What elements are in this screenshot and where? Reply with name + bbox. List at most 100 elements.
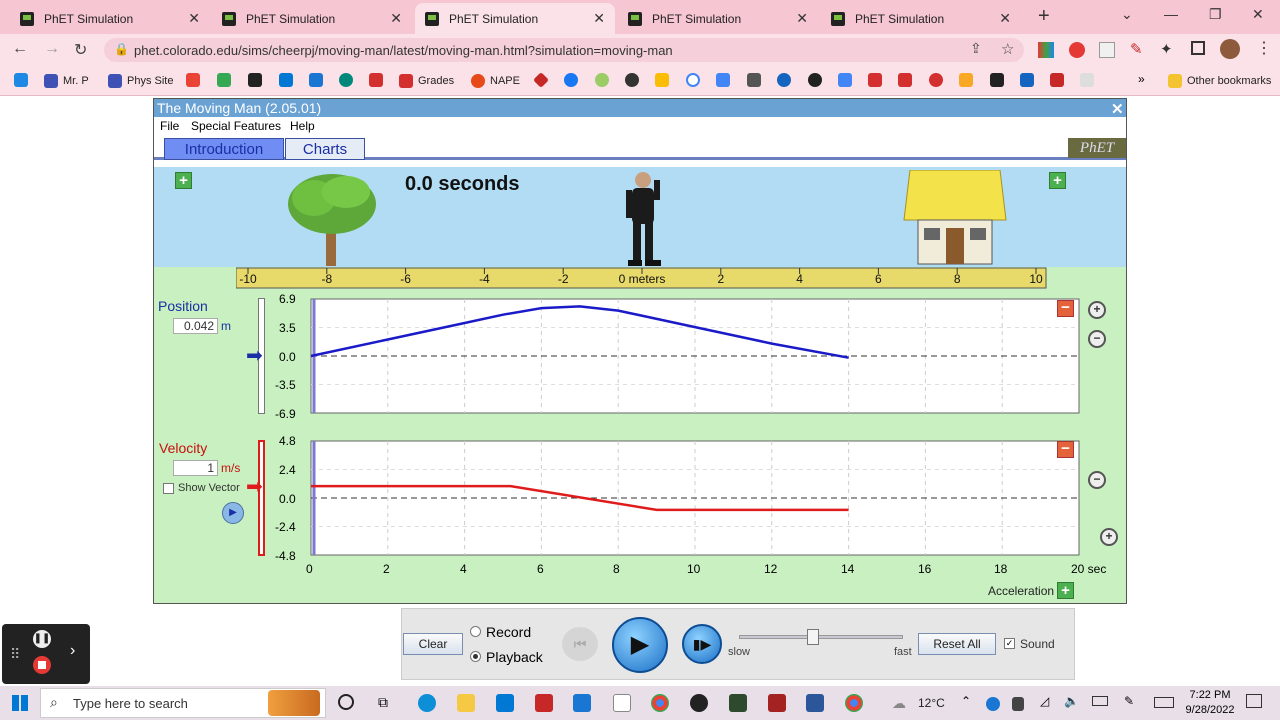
speed-slider-knob[interactable] <box>807 629 820 645</box>
side-panel-icon[interactable] <box>1191 41 1205 55</box>
forward-icon[interactable]: → <box>44 40 60 58</box>
more-bookmarks-icon[interactable]: » <box>1138 72 1145 86</box>
velocity-play-icon[interactable]: ▶ <box>222 502 244 524</box>
weather-temp[interactable]: 12°C <box>918 696 945 710</box>
classroom-icon[interactable] <box>217 73 231 87</box>
sound-checkbox[interactable]: ✓ <box>1004 638 1015 649</box>
tab-search-chevron-icon[interactable]: ⌄ <box>1121 6 1133 23</box>
velocity-input[interactable]: 1 <box>173 460 218 476</box>
back-icon[interactable]: ← <box>12 40 28 58</box>
app-icon[interactable] <box>535 694 553 712</box>
maximize-icon[interactable]: ❐ <box>1209 6 1222 23</box>
outlook-icon[interactable] <box>279 73 293 87</box>
app-icon[interactable] <box>729 694 747 712</box>
browser-tab[interactable]: PhET Simulation ✕ <box>821 3 1021 34</box>
bookmark-star-icon[interactable]: ☆ <box>1001 40 1014 58</box>
clock-date[interactable]: 9/28/2022 <box>1184 704 1236 716</box>
app-icon[interactable] <box>690 694 708 712</box>
microphone-icon[interactable] <box>1012 697 1024 711</box>
show-vector-checkbox[interactable] <box>163 483 174 494</box>
expand-acceleration-button[interactable]: + <box>1057 582 1074 599</box>
file-explorer-icon[interactable] <box>457 694 475 712</box>
close-tab-icon[interactable]: ✕ <box>593 10 605 27</box>
step-forward-icon[interactable]: ▮▶ <box>682 624 722 664</box>
drag-handle-icon[interactable]: ⠿ <box>10 646 20 663</box>
drive-icon[interactable] <box>655 73 669 87</box>
menu-special-features[interactable]: Special Features <box>191 119 281 133</box>
bookmark-icon[interactable] <box>1020 73 1034 87</box>
sim-close-icon[interactable]: ✕ <box>1111 100 1124 118</box>
notepad-icon[interactable] <box>613 694 631 712</box>
cnn-icon[interactable] <box>1050 73 1064 87</box>
stop-recording-icon[interactable] <box>33 656 51 674</box>
position-ruler[interactable]: -10 -8 -6 -4 -2 0 meters 2 4 6 8 10 <box>236 267 1048 289</box>
tray-chevron-icon[interactable]: ⌃ <box>961 694 971 708</box>
cortana-icon[interactable] <box>338 694 354 710</box>
cbc-icon[interactable] <box>929 73 943 87</box>
bookmark-mr-p[interactable]: Mr. P <box>44 72 89 90</box>
minimize-velocity-chart-button[interactable]: − <box>1057 441 1074 458</box>
phet-icon[interactable] <box>990 73 1004 87</box>
bookmark-icon[interactable] <box>959 73 973 87</box>
bookmark-icon[interactable] <box>309 73 323 87</box>
share-icon[interactable]: ⇪ <box>970 40 982 57</box>
bookmark-icon[interactable] <box>625 73 639 87</box>
close-tab-icon[interactable]: ✕ <box>390 10 402 27</box>
close-tab-icon[interactable]: ✕ <box>796 10 808 27</box>
velocity-slider-handle-arrow-icon[interactable]: ➡ <box>246 477 263 497</box>
extension-icon[interactable] <box>1038 42 1054 58</box>
clock-time[interactable]: 7:22 PM <box>1186 689 1234 701</box>
bookmark-nape[interactable]: NAPE <box>471 72 520 90</box>
apps-grid-icon[interactable] <box>14 73 28 87</box>
bookmark-icon[interactable] <box>747 73 761 87</box>
tray-app-icon[interactable] <box>986 697 1000 711</box>
moving-man-figure[interactable] <box>618 170 668 268</box>
bookmark-icon[interactable] <box>369 73 383 87</box>
menu-file[interactable]: File <box>160 119 179 133</box>
zoom-in-position-icon[interactable]: + <box>1088 301 1106 319</box>
app-icon[interactable] <box>768 694 786 712</box>
bookmark-icon[interactable] <box>1080 73 1094 87</box>
maple-leaf-icon[interactable] <box>898 73 912 87</box>
expand-play-area-button-right[interactable]: + <box>1049 172 1066 189</box>
rewind-icon[interactable]: ⏮ <box>562 627 598 661</box>
chrome-active-icon[interactable] <box>845 694 863 712</box>
facebook-icon[interactable] <box>564 73 578 87</box>
bookmark-grades[interactable]: Grades <box>399 72 454 90</box>
play-icon[interactable]: ▶ <box>612 617 668 673</box>
d2l-icon[interactable] <box>248 73 262 87</box>
expand-play-area-button[interactable]: + <box>175 172 192 189</box>
store-icon[interactable] <box>496 694 514 712</box>
new-tab-icon[interactable]: + <box>1038 5 1050 28</box>
volume-icon[interactable]: 🔈 <box>1064 694 1079 708</box>
extension-icon[interactable] <box>1099 42 1115 58</box>
bookmark-icon[interactable] <box>808 73 822 87</box>
reload-icon[interactable]: ↻ <box>74 40 87 60</box>
speed-slider-track[interactable] <box>739 635 903 639</box>
position-chart[interactable] <box>310 298 1080 414</box>
calculator-icon[interactable] <box>573 694 591 712</box>
gmail-icon[interactable] <box>186 73 200 87</box>
battery-icon[interactable] <box>1092 696 1108 706</box>
browser-tab[interactable]: PhET Simulation ✕ <box>618 3 818 34</box>
pause-recording-icon[interactable]: ❚❚ <box>33 630 51 648</box>
expand-recorder-icon[interactable]: › <box>70 642 75 660</box>
minimize-position-chart-button[interactable]: − <box>1057 300 1074 317</box>
bookmark-icon[interactable] <box>595 73 609 87</box>
browser-tab-active[interactable]: PhET Simulation ✕ <box>415 3 615 34</box>
close-tab-icon[interactable]: ✕ <box>188 10 200 27</box>
record-radio[interactable] <box>470 626 481 637</box>
bookmark-icon[interactable] <box>339 73 353 87</box>
edge-icon[interactable] <box>418 694 436 712</box>
pen-icon[interactable]: ✎ <box>1124 694 1134 708</box>
translate-icon[interactable] <box>838 73 852 87</box>
windows-start-icon[interactable] <box>12 695 28 711</box>
zoom-out-velocity-icon[interactable]: − <box>1088 471 1106 489</box>
minimize-icon[interactable]: — <box>1164 6 1178 22</box>
bookmark-phys-site[interactable]: Phys Site <box>108 72 173 90</box>
clear-button[interactable]: Clear <box>403 633 463 655</box>
tab-charts[interactable]: Charts <box>285 138 365 160</box>
velocity-slider-track[interactable] <box>258 440 265 556</box>
chrome-icon[interactable] <box>651 694 669 712</box>
calendar-icon[interactable] <box>716 73 730 87</box>
